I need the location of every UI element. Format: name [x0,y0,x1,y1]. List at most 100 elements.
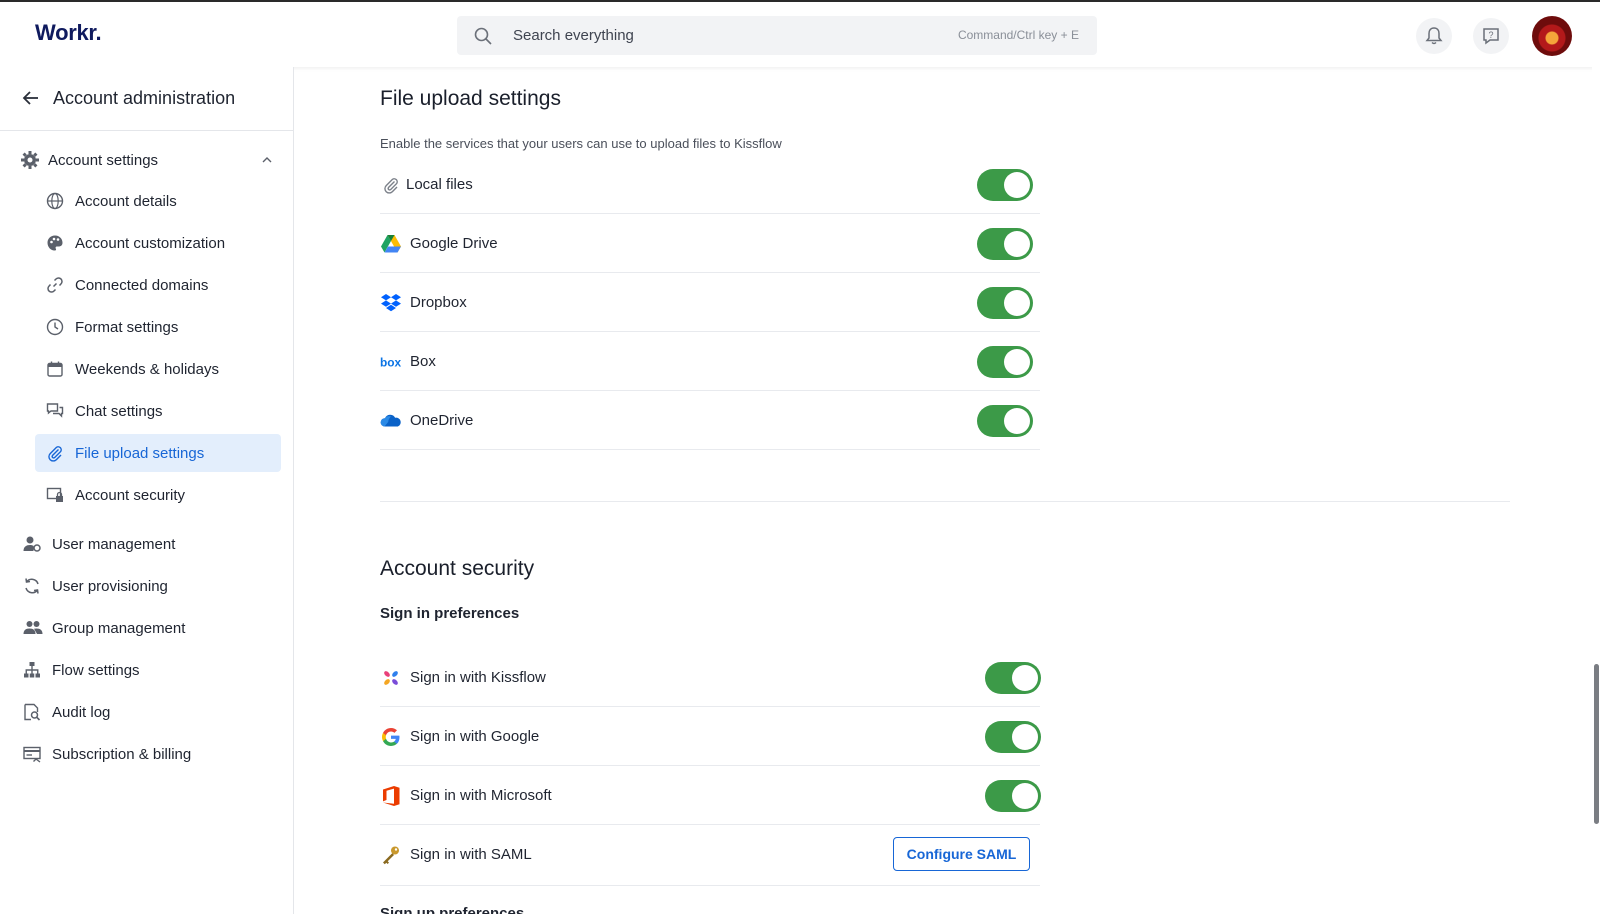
sidebar-item-label: Account details [75,193,177,210]
google-drive-toggle[interactable] [977,228,1033,260]
back-arrow-icon[interactable] [22,89,40,107]
global-search[interactable]: Search everything Command/Ctrl key + E [457,16,1097,55]
svg-text:?: ? [1488,30,1493,40]
hierarchy-icon [24,662,40,678]
user-avatar[interactable] [1532,16,1572,56]
sidebar-group-account-settings[interactable]: Account settings [20,147,280,177]
sign-in-row-saml: Sign in with SAML Configure SAML [380,825,1040,886]
audit-icon [24,703,41,721]
bell-icon [1425,27,1443,45]
paperclip-icon [384,178,398,194]
configure-saml-button[interactable]: Configure SAML [893,837,1030,871]
toggle-knob [1004,408,1030,434]
upload-service-row-box: box Box [380,332,1040,391]
gear-icon [21,151,39,169]
sidebar-item-audit-log[interactable]: Audit log [20,695,280,729]
lock-screen-icon [46,487,63,502]
clock-icon [46,318,64,336]
group-icon [23,621,43,634]
sign-in-preferences-heading: Sign in preferences [380,605,520,622]
sidebar-header: Account administration [0,67,293,131]
sidebar-title: Account administration [53,88,236,108]
toggle-knob [1004,349,1030,375]
user-gear-icon [23,536,41,552]
kissflow-icon [384,671,398,685]
sidebar-item-label: File upload settings [75,445,205,462]
google-icon [382,728,400,746]
key-icon [383,846,399,865]
sidebar: Account administration Account settings … [0,67,294,914]
help-button[interactable]: ? [1473,18,1509,54]
link-icon [47,277,63,293]
sidebar-item-label: Flow settings [52,662,140,679]
app-logo[interactable]: Workr. [35,20,102,46]
dropbox-toggle[interactable] [977,287,1033,319]
google-sign-in-toggle[interactable] [985,721,1041,753]
search-icon [474,27,492,45]
sidebar-item-label: Account security [75,487,186,504]
sidebar-item-user-management[interactable]: User management [20,527,280,561]
sidebar-item-label: Audit log [52,704,111,721]
sign-in-option-label: Sign in with Microsoft [410,787,552,804]
main-content: File upload settings Enable the services… [295,67,1585,914]
sidebar-item-group-management[interactable]: Group management [20,611,280,645]
toggle-knob [1012,665,1038,691]
sidebar-item-format-settings[interactable]: Format settings [35,308,281,346]
sign-in-row-kissflow: Sign in with Kissflow [380,648,1041,707]
sidebar-item-chat-settings[interactable]: Chat settings [35,392,281,430]
toggle-knob [1004,231,1030,257]
toggle-knob [1012,724,1038,750]
sidebar-item-label: Chat settings [75,403,163,420]
onedrive-icon [380,414,401,427]
file-upload-description: Enable the services that your users can … [380,136,782,151]
scrollbar-thumb[interactable] [1594,664,1599,824]
sign-in-option-label: Sign in with SAML [410,846,532,863]
palette-icon [47,235,63,251]
sidebar-group-label: Account settings [48,152,159,169]
svg-text:box: box [380,356,402,369]
sidebar-item-label: Group management [52,620,186,637]
sidebar-item-weekends-holidays[interactable]: Weekends & holidays [35,350,281,388]
sidebar-item-connected-domains[interactable]: Connected domains [35,266,281,304]
dropbox-icon [381,294,401,312]
main-scrollbar[interactable] [1592,67,1600,914]
kissflow-sign-in-toggle[interactable] [985,662,1041,694]
billing-icon [23,746,41,763]
upload-service-label: Google Drive [410,235,498,252]
sidebar-item-account-details[interactable]: Account details [35,182,281,220]
sidebar-item-label: Format settings [75,319,179,336]
account-security-section-title: Account security [380,557,535,580]
box-icon: box [380,356,402,369]
sidebar-item-label: Connected domains [75,277,209,294]
sidebar-item-label: User management [52,536,176,553]
sidebar-item-file-upload-settings[interactable]: File upload settings [35,434,281,472]
toggle-knob [1012,783,1038,809]
upload-service-row-local-files: Local files [380,155,1040,214]
microsoft-sign-in-toggle[interactable] [985,780,1041,812]
google-drive-icon [381,235,401,253]
sidebar-item-user-provisioning[interactable]: User provisioning [20,569,280,603]
sidebar-item-subscription-billing[interactable]: Subscription & billing [20,737,280,771]
search-shortcut-hint: Command/Ctrl key + E [957,28,1079,42]
sidebar-item-account-customization[interactable]: Account customization [35,224,281,262]
section-divider [380,501,1510,502]
notifications-button[interactable] [1416,18,1452,54]
box-toggle[interactable] [977,346,1033,378]
upload-service-row-onedrive: OneDrive [380,391,1040,450]
sign-in-row-microsoft: Sign in with Microsoft [380,766,1041,825]
upload-service-row-dropbox: Dropbox [380,273,1040,332]
sign-in-option-label: Sign in with Kissflow [410,669,546,686]
upload-service-label: OneDrive [410,412,474,429]
sidebar-item-account-security[interactable]: Account security [35,476,281,514]
chevron-up-icon[interactable] [262,157,272,163]
calendar-icon [47,361,63,377]
globe-icon [46,192,64,210]
onedrive-toggle[interactable] [977,405,1033,437]
sign-in-row-google: Sign in with Google [380,707,1041,766]
sidebar-item-label: Account customization [75,235,226,252]
local-files-toggle[interactable] [977,169,1033,201]
sign-in-option-label: Sign in with Google [410,728,540,745]
sidebar-item-flow-settings[interactable]: Flow settings [20,653,280,687]
search-input[interactable]: Search everything [513,27,634,44]
sync-icon [25,578,39,594]
